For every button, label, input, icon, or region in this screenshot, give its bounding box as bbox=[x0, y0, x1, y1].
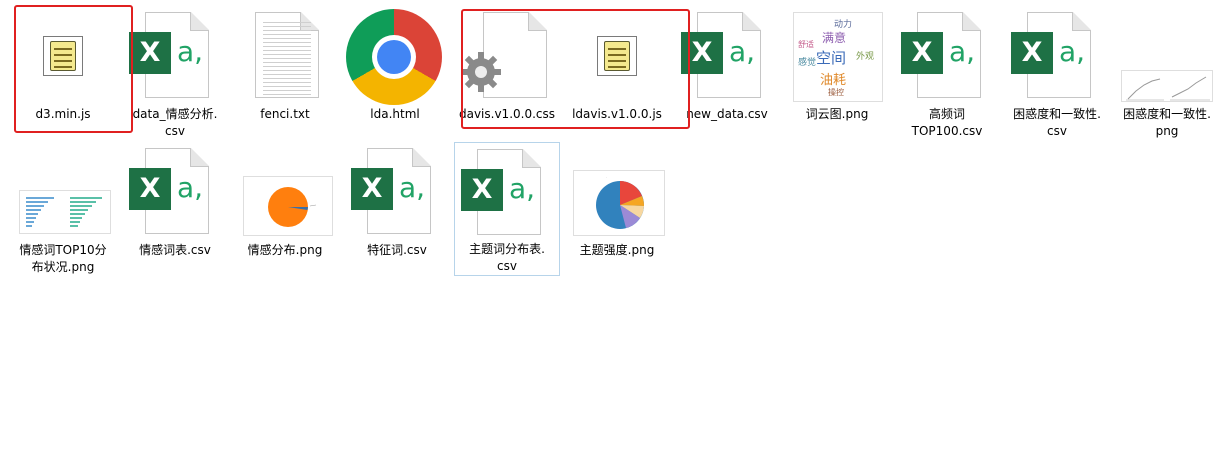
pie-chart-thumbnail: · bbox=[573, 170, 665, 236]
file-wordcloud-png[interactable]: 动力 满意 空间 油耗 外观 舒适 感觉 操控 词云图.png bbox=[784, 6, 890, 140]
file-label: 高频词 TOP100.csv bbox=[911, 107, 983, 138]
excel-suffix: a, bbox=[949, 35, 976, 68]
file-sentiment-words-csv[interactable]: X a, 情感词表.csv bbox=[122, 142, 228, 276]
file-label: 情感词TOP10分 布状况.png bbox=[19, 243, 107, 274]
file-sentiment-dist-png[interactable]: 情感分布.png bbox=[232, 142, 338, 276]
file-perplexity-csv[interactable]: X a, 困惑度和一致性. csv bbox=[1004, 6, 1110, 140]
excel-suffix: a, bbox=[1059, 35, 1086, 68]
file-fenci-txt[interactable]: fenci.txt bbox=[232, 6, 338, 140]
excel-suffix: a, bbox=[177, 35, 204, 68]
excel-icon: X bbox=[129, 32, 171, 74]
file-lda-html[interactable]: lda.html bbox=[342, 6, 448, 140]
file-label: lda.html bbox=[370, 107, 420, 121]
file-label: 情感分布.png bbox=[247, 243, 323, 257]
file-label: 主题词分布表. csv bbox=[469, 242, 545, 273]
file-top100-csv[interactable]: X a, 高频词 TOP100.csv bbox=[894, 6, 1000, 140]
excel-suffix: a, bbox=[399, 171, 426, 204]
excel-icon: X bbox=[129, 168, 171, 210]
file-topic-words-csv[interactable]: X a, 主题词分布表. csv bbox=[454, 142, 560, 276]
file-sentiment-top10-png[interactable]: 情感词TOP10分 布状况.png bbox=[10, 142, 116, 276]
file-label: new_data.csv bbox=[686, 107, 768, 121]
excel-icon: X bbox=[1011, 32, 1053, 74]
highlight-box bbox=[14, 5, 133, 133]
excel-suffix: a, bbox=[177, 171, 204, 204]
file-data-sentiment-csv[interactable]: X a, data_情感分析. csv bbox=[122, 6, 228, 140]
pie-chart-thumbnail bbox=[243, 176, 333, 236]
highlight-box bbox=[461, 9, 690, 129]
file-label: 特征词.csv bbox=[367, 243, 427, 257]
file-topic-strength-png[interactable]: · 主题强度.png bbox=[564, 142, 670, 276]
bar-chart-thumbnail bbox=[19, 190, 111, 234]
file-label: 困惑度和一致性. csv bbox=[1013, 107, 1101, 138]
file-label: 困惑度和一致性. png bbox=[1123, 107, 1211, 138]
excel-suffix: a, bbox=[729, 35, 756, 68]
excel-icon: X bbox=[351, 168, 393, 210]
file-label: data_情感分析. csv bbox=[132, 107, 218, 138]
file-perplexity-png[interactable]: 困惑度和一致性. png bbox=[1114, 6, 1220, 140]
wordcloud-thumbnail: 动力 满意 空间 油耗 外观 舒适 感觉 操控 bbox=[793, 12, 883, 102]
excel-icon: X bbox=[901, 32, 943, 74]
line-chart-thumbnail bbox=[1121, 70, 1213, 102]
svg-text:·: · bbox=[606, 175, 607, 179]
file-label: 词云图.png bbox=[805, 107, 869, 121]
excel-icon: X bbox=[461, 169, 503, 211]
file-feature-words-csv[interactable]: X a, 特征词.csv bbox=[344, 142, 450, 276]
file-label: 主题强度.png bbox=[579, 243, 655, 257]
file-label: fenci.txt bbox=[260, 107, 310, 121]
file-label: 情感词表.csv bbox=[139, 243, 211, 257]
excel-suffix: a, bbox=[509, 172, 536, 205]
chrome-icon bbox=[346, 9, 442, 105]
